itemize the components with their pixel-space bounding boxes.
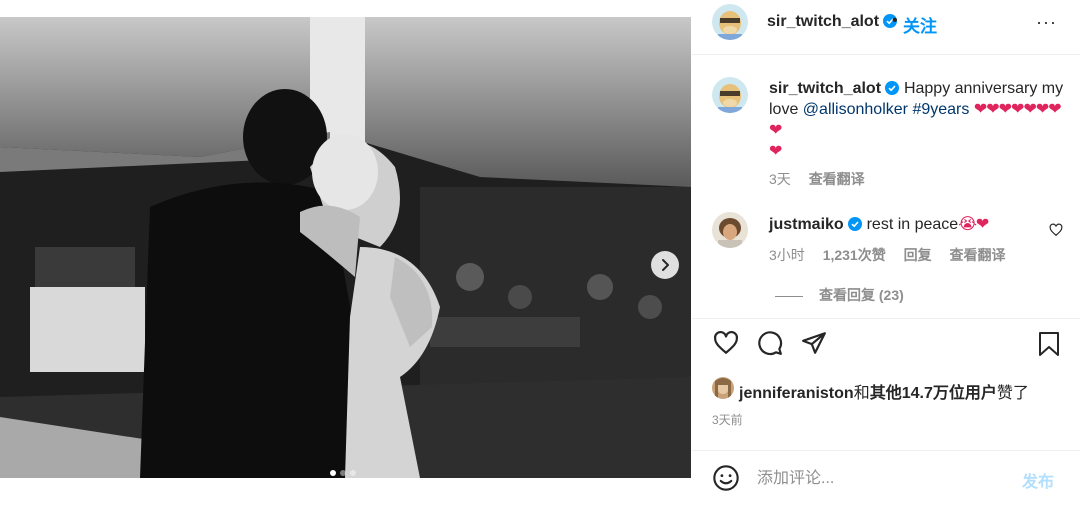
caption-username[interactable]: sir_twitch_alot (769, 80, 881, 97)
header-separator: • (892, 12, 898, 29)
carousel-dot (330, 470, 336, 476)
carousel-dot (350, 470, 356, 476)
smiley-icon (713, 465, 739, 491)
view-replies-button[interactable]: 查看回复 (23) (775, 285, 904, 305)
liker-avatar[interactable] (712, 377, 734, 399)
user-photo-avatar-icon (712, 212, 748, 248)
follow-button[interactable]: 关注 (903, 12, 937, 37)
verified-badge-icon (885, 81, 900, 95)
post-side-panel: sir_twitch_alot • 关注 ··· sir_twitch_alot… (692, 0, 1080, 508)
caption-hashtag[interactable]: #9years (912, 101, 969, 118)
divider (692, 318, 1080, 319)
divider (692, 54, 1080, 55)
verified-badge-icon (848, 217, 863, 231)
comment-box: 发布 (692, 451, 1080, 508)
emoji-button[interactable] (712, 464, 740, 497)
paper-plane-icon (802, 332, 826, 354)
comment-input[interactable] (757, 467, 1007, 491)
post-comment-button[interactable]: 发布 (1022, 468, 1054, 492)
likes-connector: 和 (853, 385, 870, 402)
comment-time[interactable]: 3小时 (769, 247, 805, 263)
comment-translate-button[interactable]: 查看翻译 (950, 247, 1006, 263)
wedding-dance-photo (0, 17, 691, 478)
reply-button[interactable]: 回复 (904, 247, 932, 263)
author-username-text[interactable]: sir_twitch_alot (767, 13, 879, 30)
liker-username[interactable]: jenniferaniston (739, 385, 854, 402)
caption-mention[interactable]: @allisonholker (803, 101, 908, 118)
carousel-dots (330, 470, 356, 476)
share-button[interactable] (800, 330, 828, 361)
next-photo-button[interactable] (651, 251, 679, 279)
replies-line (775, 295, 803, 297)
comment-bubble-icon (758, 331, 783, 356)
ape-avatar-icon (712, 4, 748, 40)
bookmark-icon (1039, 332, 1059, 356)
commenter-avatar[interactable] (712, 212, 748, 248)
comment-text: rest in peace (866, 216, 959, 233)
comment-meta: 3小时 1,231次赞 回复 查看翻译 (769, 245, 1006, 265)
caption-hearts-line2: ❤ (769, 143, 782, 160)
author-username[interactable]: sir_twitch_alot (767, 13, 898, 31)
post-timestamp[interactable]: 3天前 (712, 411, 743, 428)
comment-likes[interactable]: 1,231次赞 (823, 247, 886, 263)
post-actions (712, 330, 828, 361)
post-photo[interactable] (0, 17, 691, 478)
post-caption: sir_twitch_alot Happy anniversary my lov… (769, 78, 1069, 162)
view-replies-label: 查看回复 (23) (819, 287, 904, 303)
heart-icon (714, 330, 738, 354)
comment-username[interactable]: justmaiko (769, 216, 844, 233)
carousel-dot (340, 470, 346, 476)
likes-others[interactable]: 其他14.7万位用户 (870, 385, 997, 402)
likes-summary: jenniferaniston和其他14.7万位用户赞了 (739, 379, 1029, 403)
more-options-button[interactable]: ··· (1036, 12, 1057, 33)
comment-button[interactable] (756, 330, 784, 361)
chevron-right-icon (662, 259, 669, 271)
user-photo-avatar-icon (712, 377, 734, 399)
ape-avatar-icon (712, 77, 748, 113)
save-button[interactable] (1038, 331, 1060, 362)
author-avatar[interactable] (712, 4, 748, 40)
caption-author-avatar[interactable] (712, 77, 748, 113)
like-button[interactable] (712, 330, 740, 361)
comment-body: justmaiko rest in peace😭❤ (769, 214, 989, 234)
caption-meta: 3天 查看翻译 (769, 169, 865, 189)
comment-emoji: 😭❤ (958, 216, 989, 233)
caption-time[interactable]: 3天 (769, 171, 791, 187)
likes-suffix: 赞了 (996, 385, 1029, 402)
caption-translate-button[interactable]: 查看翻译 (809, 171, 865, 187)
like-comment-heart-icon[interactable] (1049, 223, 1063, 237)
